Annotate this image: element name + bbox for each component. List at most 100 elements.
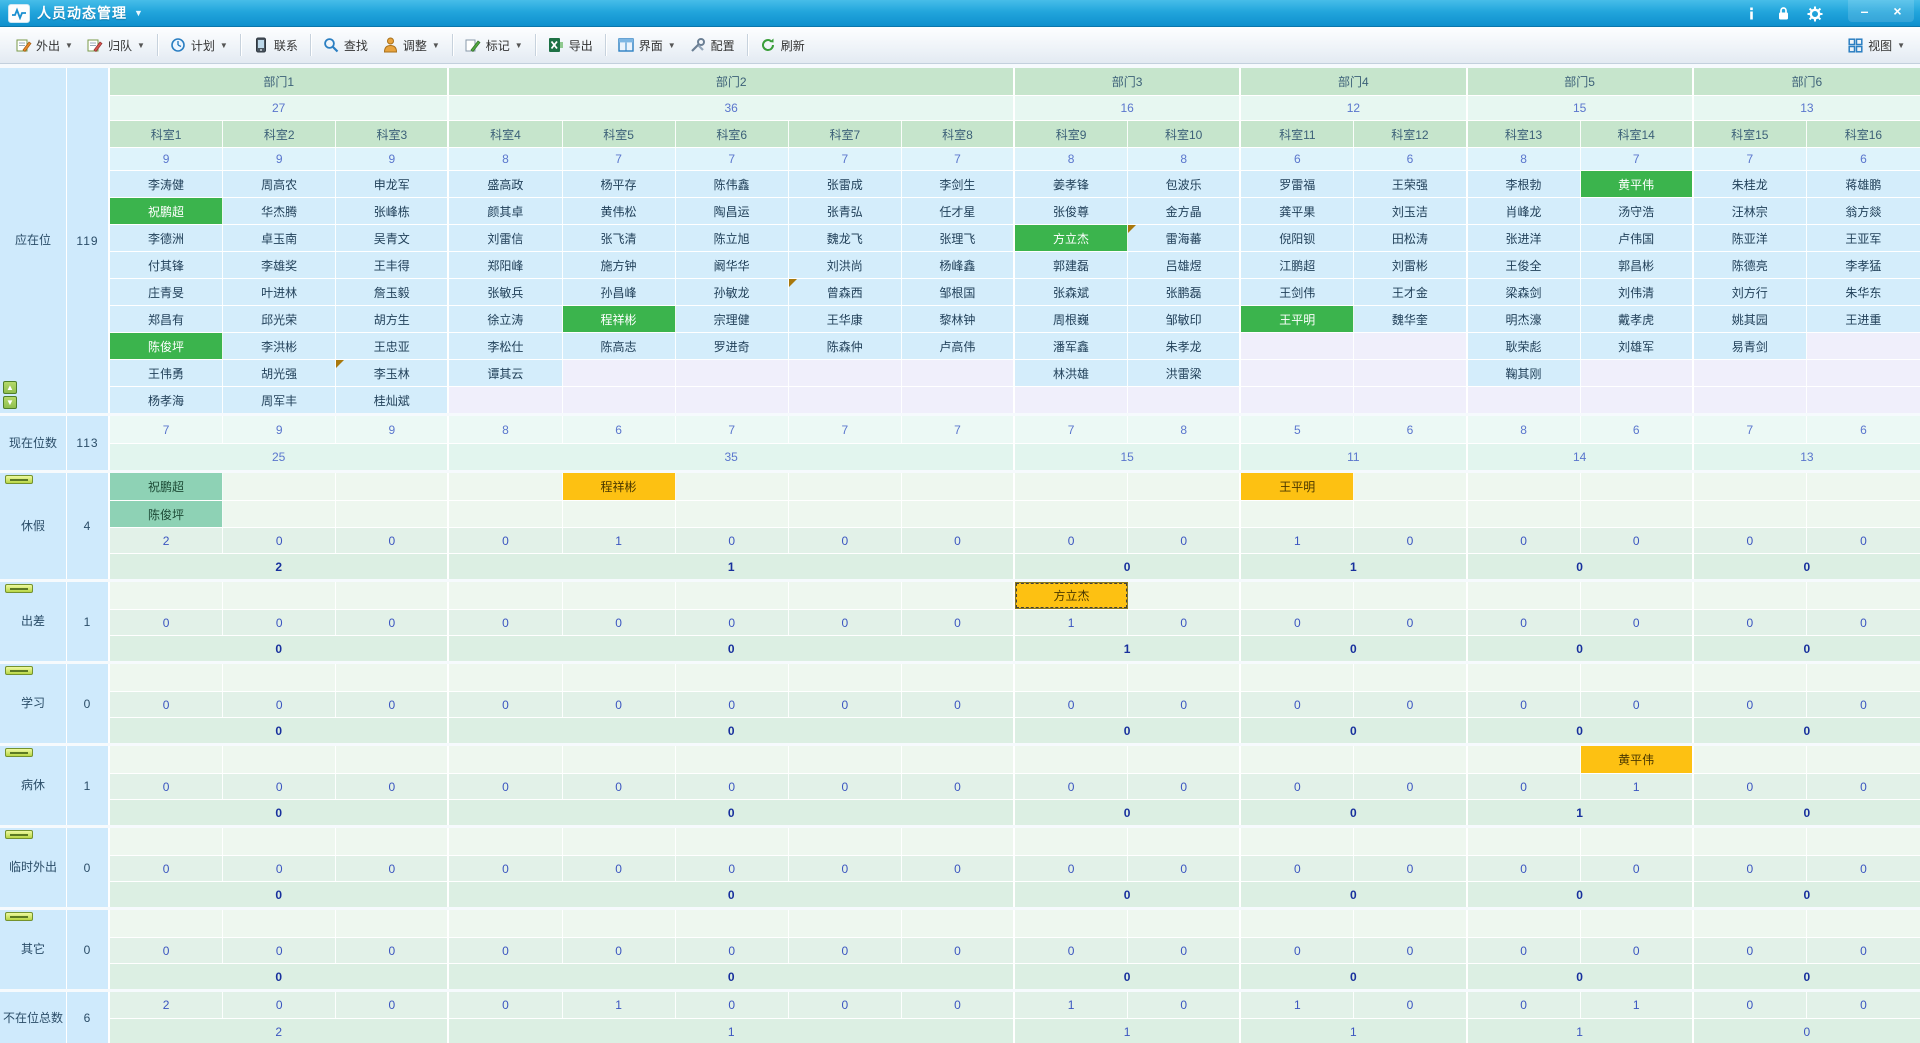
roster-cell[interactable]: 田松涛 [1354,225,1467,251]
roster-cell[interactable]: 林洪雄 [1015,360,1128,386]
roster-cell[interactable]: 盛高政 [449,171,562,197]
roster-cell[interactable]: 陈俊坪 [110,333,223,359]
roster-cell[interactable]: 邹根国 [902,279,1015,305]
roster-cell-marked[interactable]: 李玉林 [336,360,449,386]
collapse-toggle-icon[interactable] [5,475,33,484]
roster-cell[interactable]: 刘方行 [1694,279,1807,305]
view-button[interactable]: 视图▼ [1840,33,1912,58]
roster-cell[interactable]: 华杰腾 [223,198,336,224]
roster-cell[interactable]: 翁方燚 [1807,198,1920,224]
roster-cell[interactable]: 张鹏磊 [1128,279,1241,305]
status-person-cell[interactable]: 陈俊坪 [110,501,223,527]
roster-cell[interactable]: 李孝猛 [1807,252,1920,278]
roster-cell[interactable]: 刘玉洁 [1354,198,1467,224]
toolbar-button-refresh[interactable]: 刷新 [753,33,812,58]
roster-cell[interactable]: 王华康 [789,306,902,332]
close-button[interactable]: × [1881,0,1914,22]
collapse-toggle-icon[interactable] [5,666,33,675]
roster-cell[interactable]: 方立杰 [1015,225,1128,251]
roster-cell[interactable]: 蒋雄鹏 [1807,171,1920,197]
roster-cell[interactable]: 王亚军 [1807,225,1920,251]
collapse-toggle-icon[interactable] [5,584,33,593]
roster-cell[interactable]: 邹敏印 [1128,306,1241,332]
roster-cell[interactable]: 张理飞 [902,225,1015,251]
roster-cell[interactable]: 姜孝锋 [1015,171,1128,197]
roster-cell[interactable]: 朱桂龙 [1694,171,1807,197]
roster-cell[interactable]: 李洪彬 [223,333,336,359]
roster-cell[interactable]: 黄平伟 [1581,171,1694,197]
roster-cell[interactable]: 胡光强 [223,360,336,386]
roster-cell[interactable]: 徐立涛 [449,306,562,332]
toolbar-button-export[interactable]: 导出 [541,33,600,58]
toolbar-button-adjust[interactable]: 调整▼ [375,33,447,58]
roster-cell[interactable]: 金方晶 [1128,198,1241,224]
roster-cell[interactable]: 王忠亚 [336,333,449,359]
roster-cell[interactable]: 周根巍 [1015,306,1128,332]
collapse-toggle-icon[interactable] [5,912,33,921]
roster-cell[interactable]: 刘洪尚 [789,252,902,278]
info-icon[interactable] [1742,5,1760,23]
roster-cell[interactable]: 鞠其刚 [1468,360,1581,386]
status-person-cell[interactable]: 方立杰 [1015,582,1128,609]
roster-cell[interactable]: 王剑伟 [1241,279,1354,305]
roster-cell[interactable]: 罗进奇 [676,333,789,359]
roster-cell[interactable]: 姚其园 [1694,306,1807,332]
roster-cell[interactable]: 孙昌峰 [563,279,676,305]
roster-cell[interactable]: 刘伟清 [1581,279,1694,305]
roster-cell[interactable]: 郑阳峰 [449,252,562,278]
roster-cell[interactable]: 李松仕 [449,333,562,359]
roster-cell[interactable]: 王俊全 [1468,252,1581,278]
roster-cell[interactable]: 宗理健 [676,306,789,332]
roster-cell[interactable]: 张进洋 [1468,225,1581,251]
roster-cell[interactable]: 胡方生 [336,306,449,332]
roster-cell[interactable]: 施方钟 [563,252,676,278]
roster-cell[interactable]: 张雷成 [789,171,902,197]
roster-cell[interactable]: 陈亚洋 [1694,225,1807,251]
roster-cell[interactable]: 魏龙飞 [789,225,902,251]
toolbar-button-contact[interactable]: 联系 [246,33,305,58]
status-person-cell[interactable]: 祝鹏超 [110,473,223,500]
roster-cell[interactable]: 詹玉毅 [336,279,449,305]
lock-icon[interactable] [1774,5,1792,23]
roster-cell[interactable]: 叶进林 [223,279,336,305]
minimize-button[interactable]: – [1848,0,1881,22]
roster-cell[interactable]: 倪阳钡 [1241,225,1354,251]
roster-cell[interactable]: 刘雷信 [449,225,562,251]
roster-cell[interactable]: 孙敏龙 [676,279,789,305]
roster-cell[interactable]: 杨峰鑫 [902,252,1015,278]
roster-cell[interactable]: 陈伟鑫 [676,171,789,197]
roster-cell-marked[interactable]: 曾森西 [789,279,902,305]
roster-cell[interactable]: 明杰濠 [1468,306,1581,332]
roster-cell[interactable]: 王平明 [1241,306,1354,332]
roster-cell[interactable]: 汪林宗 [1694,198,1807,224]
roster-cell[interactable]: 黎林钟 [902,306,1015,332]
roster-cell[interactable]: 梁森剑 [1468,279,1581,305]
roster-cell[interactable]: 包波乐 [1128,171,1241,197]
roster-cell[interactable]: 王进重 [1807,306,1920,332]
roster-cell[interactable]: 任才星 [902,198,1015,224]
roster-cell[interactable]: 程祥彬 [563,306,676,332]
title-dropdown-icon[interactable]: ▼ [134,8,143,18]
roster-cell[interactable]: 张森斌 [1015,279,1128,305]
roster-cell[interactable]: 郭建磊 [1015,252,1128,278]
roster-cell[interactable]: 李根勃 [1468,171,1581,197]
roster-cell[interactable]: 付其锋 [110,252,223,278]
toolbar-button-return[interactable]: 归队▼ [80,33,152,58]
roster-cell-marked[interactable]: 雷海蕃 [1128,225,1241,251]
roster-cell[interactable]: 陈立旭 [676,225,789,251]
roster-cell[interactable]: 张青弘 [789,198,902,224]
roster-cell[interactable]: 颜其卓 [449,198,562,224]
roster-cell[interactable]: 李德洲 [110,225,223,251]
window-title[interactable]: 人员动态管理 [37,3,127,23]
roster-cell[interactable]: 陈德亮 [1694,252,1807,278]
roster-cell[interactable]: 卢高伟 [902,333,1015,359]
roster-cell[interactable]: 江鹏超 [1241,252,1354,278]
roster-cell[interactable]: 祝鹏超 [110,198,223,224]
roster-cell[interactable]: 陈森仲 [789,333,902,359]
roster-cell[interactable]: 陶昌运 [676,198,789,224]
roster-cell[interactable]: 郭昌彬 [1581,252,1694,278]
roster-cell[interactable]: 李剑生 [902,171,1015,197]
roster-cell[interactable]: 卢伟国 [1581,225,1694,251]
roster-cell[interactable]: 汤守浩 [1581,198,1694,224]
toolbar-button-out[interactable]: 外出▼ [8,33,80,58]
